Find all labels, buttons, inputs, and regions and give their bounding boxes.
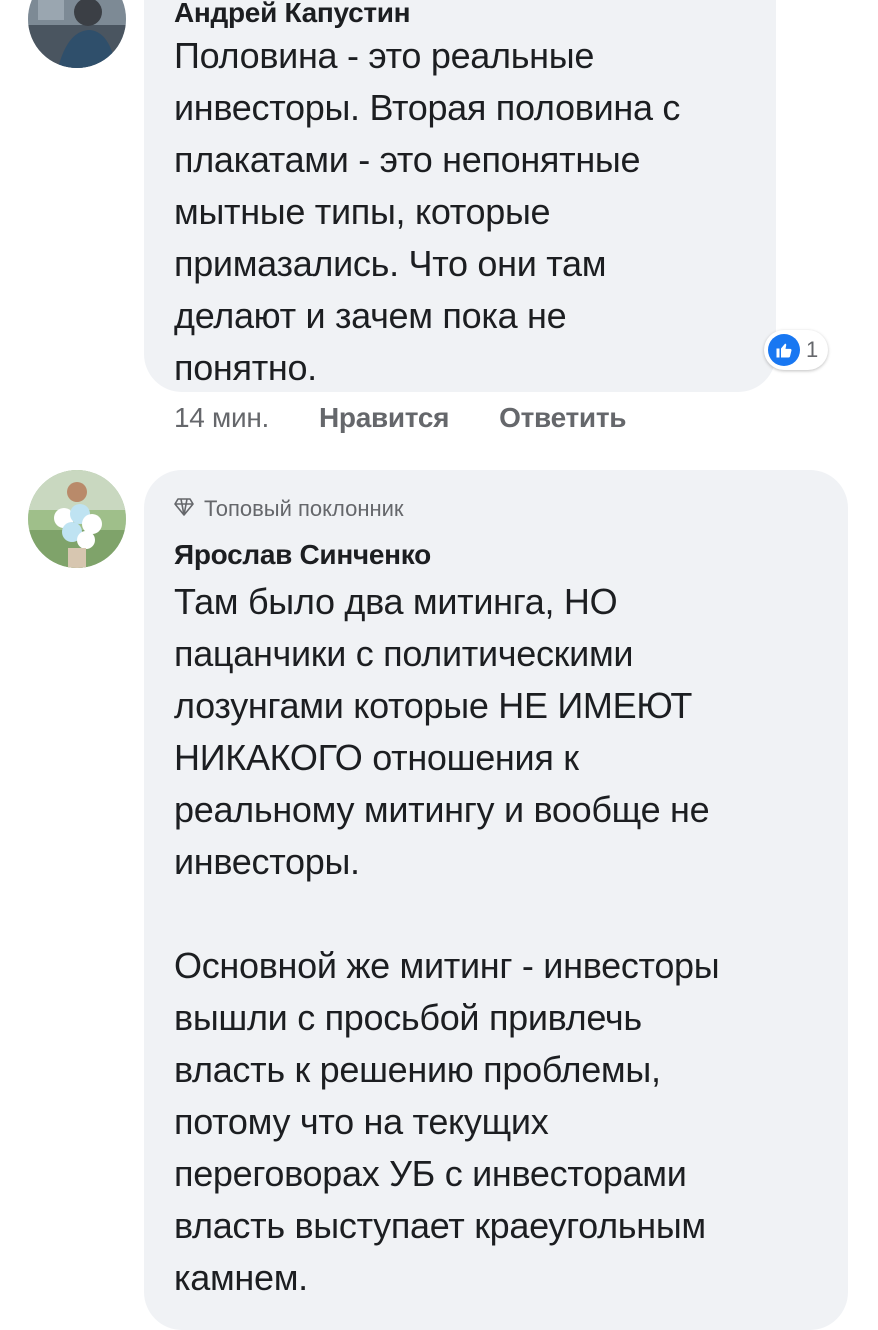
like-button[interactable]: Нравится (319, 402, 449, 434)
top-fan-badge[interactable]: Топовый поклонник (174, 492, 818, 526)
comment-text: Там было два митинга, НО пацанчики с пол… (174, 581, 720, 1298)
comment-bubble: Андрей Капустин Половина - это реальные … (144, 0, 776, 392)
reply-button[interactable]: Ответить (499, 402, 626, 434)
avatar[interactable] (28, 470, 126, 568)
comment-author[interactable]: Андрей Капустин (174, 0, 746, 30)
reaction-count: 1 (806, 337, 819, 362)
comment-bubble: Топовый поклонник Ярослав Синченко Там б… (144, 470, 848, 1330)
comment-actions: 14 мин. Нравится Ответить (174, 402, 626, 434)
comment-author[interactable]: Ярослав Синченко (174, 538, 818, 572)
avatar-photo (28, 470, 126, 568)
diamond-icon (174, 496, 194, 522)
comment-timestamp[interactable]: 14 мин. (174, 402, 269, 434)
avatar[interactable] (28, 0, 126, 68)
comment-text: Половина - это реальные инвесторы. Втора… (174, 35, 681, 388)
reaction-summary[interactable]: 1 (764, 330, 829, 370)
avatar-photo (28, 0, 126, 68)
like-icon (768, 334, 800, 366)
top-fan-label: Топовый поклонник (204, 496, 404, 521)
